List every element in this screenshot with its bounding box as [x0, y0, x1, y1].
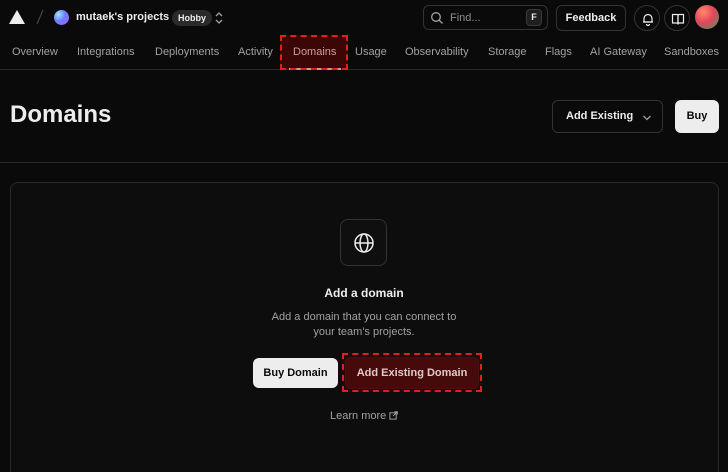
bell-icon — [643, 13, 653, 26]
add-existing-dropdown[interactable]: Add Existing — [552, 100, 663, 133]
tab-domains[interactable]: Domains — [293, 46, 336, 58]
tab-observability[interactable]: Observability — [405, 46, 469, 58]
globe-icon-container — [340, 219, 387, 266]
feedback-button[interactable]: Feedback — [556, 5, 626, 31]
empty-state-description: Add a domain that you can connect to you… — [271, 311, 457, 338]
notifications-button[interactable] — [634, 5, 660, 31]
tab-sandboxes[interactable]: Sandboxes — [664, 46, 719, 58]
buy-button[interactable]: Buy — [675, 100, 719, 133]
tab-flags[interactable]: Flags — [545, 46, 572, 58]
project-avatar[interactable] — [54, 10, 69, 25]
vercel-logo-icon[interactable] — [9, 10, 25, 24]
add-existing-label: Add Existing — [566, 110, 634, 122]
search-placeholder: Find... — [450, 12, 481, 24]
tab-integrations[interactable]: Integrations — [77, 46, 134, 58]
user-avatar[interactable] — [695, 5, 719, 29]
plan-badge: Hobby — [172, 10, 212, 26]
tab-deployments[interactable]: Deployments — [155, 46, 219, 58]
tab-storage[interactable]: Storage — [488, 46, 527, 58]
learn-more-label: Learn more — [330, 410, 387, 422]
tab-activity[interactable]: Activity — [238, 46, 273, 58]
book-icon — [671, 13, 685, 25]
search-input[interactable]: Find... F — [423, 5, 548, 30]
tab-usage[interactable]: Usage — [355, 46, 387, 58]
learn-more-link[interactable]: Learn more — [330, 410, 399, 422]
project-name[interactable]: mutaek's projects — [76, 11, 169, 23]
tab-overview[interactable]: Overview — [12, 46, 58, 58]
header-divider — [0, 162, 728, 163]
chevron-updown-icon[interactable] — [213, 10, 225, 26]
buy-domain-button[interactable]: Buy Domain — [253, 358, 338, 388]
page-title: Domains — [10, 101, 112, 128]
slash-icon — [36, 9, 44, 25]
add-existing-domain-button[interactable]: Add Existing Domain — [345, 357, 479, 389]
top-bar: mutaek's projects Hobby Find... F Feedba… — [0, 0, 728, 36]
search-shortcut-badge: F — [526, 9, 542, 26]
docs-button[interactable] — [664, 5, 690, 31]
chevron-down-icon — [643, 115, 651, 121]
empty-state-title: Add a domain — [324, 286, 404, 300]
globe-icon — [354, 233, 374, 253]
tab-ai-gateway[interactable]: AI Gateway — [590, 46, 647, 58]
search-icon — [431, 12, 443, 24]
external-link-icon — [389, 411, 399, 420]
project-nav: Overview Integrations Deployments Activi… — [0, 36, 728, 70]
active-tab-indicator — [289, 68, 341, 70]
